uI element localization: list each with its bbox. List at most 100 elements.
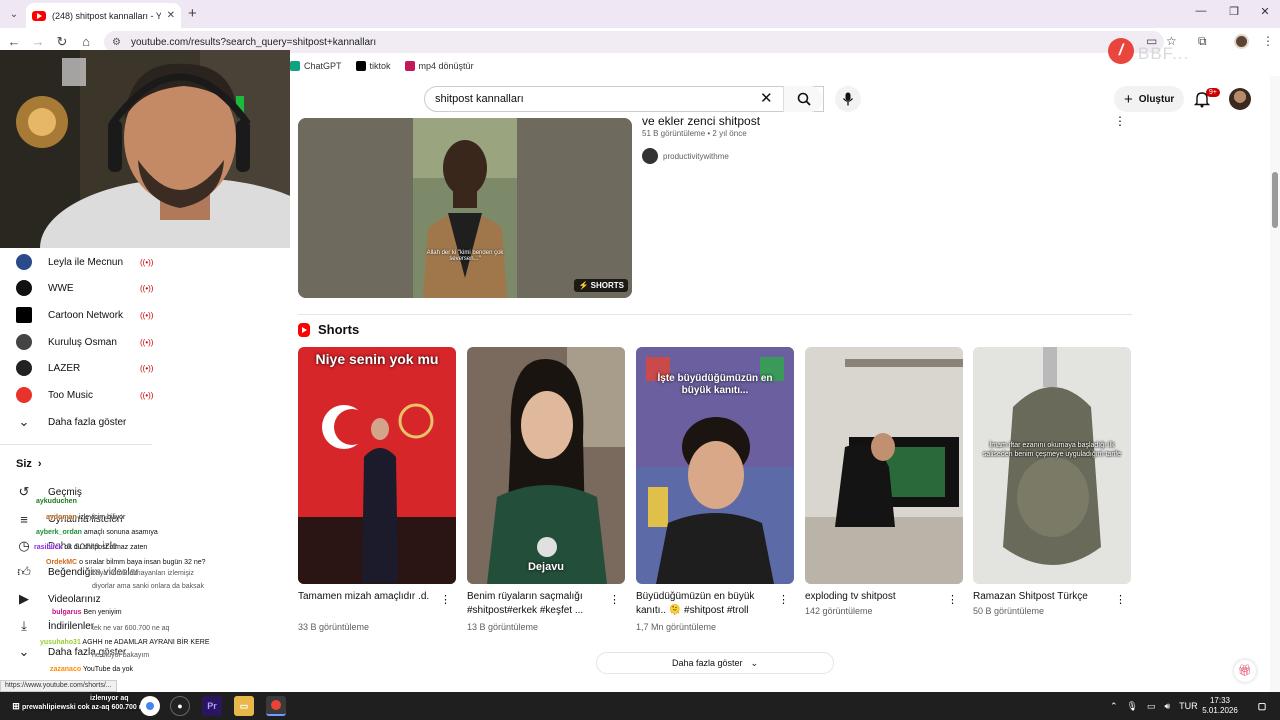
short-thumbnail[interactable]: Dejavu: [467, 347, 625, 584]
input-language[interactable]: TUR: [1179, 701, 1198, 711]
short-thumbnail[interactable]: [805, 347, 963, 584]
file-explorer-taskbar-icon[interactable]: ▭: [234, 696, 254, 716]
youtube-favicon-icon: [32, 10, 46, 21]
extensions-icon[interactable]: ⧉: [1198, 34, 1207, 49]
channel-avatar: [16, 360, 32, 376]
create-label: Oluştur: [1138, 93, 1175, 105]
back-icon[interactable]: ←: [6, 34, 22, 49]
microphone-tray-icon[interactable]: 🎙︎: [1127, 701, 1138, 712]
short-more-options-icon[interactable]: ⋮: [1115, 593, 1126, 606]
restore-icon[interactable]: ❐: [1225, 5, 1243, 18]
reload-icon[interactable]: ↻: [54, 34, 70, 50]
window-close-icon[interactable]: ✕: [1256, 5, 1274, 18]
playlist-icon: ≡: [20, 511, 28, 527]
sidebar-item-wwe[interactable]: WWE ((•)): [16, 276, 286, 300]
tab-youtube[interactable]: (248) shitpost kannalları - YouTube ✕: [26, 3, 181, 28]
clock-icon: ◷: [18, 538, 30, 553]
obs-taskbar-icon[interactable]: ●: [170, 696, 190, 716]
short-thumbnail[interactable]: İşte büyüdüğümüzün en büyük kanıtı...: [636, 347, 794, 584]
sidebar-item-your-videos[interactable]: ▶ Videolarınız: [16, 587, 286, 611]
chat-message: OrdekMC o sıralar bilmm baya insan bugün…: [46, 559, 206, 566]
channel-avatar: [642, 148, 658, 164]
browser-profile-avatar[interactable]: [1234, 34, 1249, 49]
account-avatar[interactable]: [1229, 88, 1251, 110]
tray-chevron-up-icon[interactable]: ⌃: [1110, 701, 1118, 712]
link-status-bar: https://www.youtube.com/shorts/...: [0, 680, 117, 692]
sidebar-item-kurulus-osman[interactable]: Kuruluş Osman ((•)): [16, 330, 286, 354]
short-title[interactable]: Benim rüyaların saçmalığı #shitpost#erke…: [467, 590, 605, 618]
channel-link[interactable]: productivitywithme: [642, 148, 729, 164]
home-icon[interactable]: ⌂: [78, 34, 94, 49]
chatgpt-icon: [290, 61, 300, 71]
sidebar-item-cartoon-network[interactable]: Cartoon Network... ((•)): [16, 303, 286, 327]
bookmark-mp4[interactable]: mp4 dönüştür: [404, 61, 474, 71]
clock-date: 5.01.2026: [1202, 706, 1238, 715]
short-overlay-text: Dejavu: [527, 561, 565, 573]
chat-message: diyorlar ama sanki onlara da baksak: [92, 583, 205, 590]
stream-ticker: izlenıyor aq prewahlipiewski cok az-aq 6…: [22, 694, 157, 712]
taskbar-clock[interactable]: 17:33 5.01.2026: [1200, 696, 1240, 716]
chat-message: aykuduchen: [36, 498, 77, 505]
sidebar-item-label: WWE: [48, 282, 74, 294]
short-more-options-icon[interactable]: ⋮: [947, 593, 958, 606]
live-icon: ((•)): [140, 363, 154, 373]
site-info-icon[interactable]: ⚙: [112, 37, 121, 48]
short-more-options-icon[interactable]: ⋮: [440, 593, 451, 606]
short-title[interactable]: Büyüdüğümüzün en büyük kanıtı.. 🫠 #shitp…: [636, 590, 774, 618]
shorts-section-header: Shorts: [298, 322, 359, 337]
browser-menu-icon[interactable]: ⋮: [1262, 34, 1274, 48]
minimize-icon[interactable]: —: [1192, 5, 1210, 17]
sidebar-item-leyla-ile-mecnun[interactable]: Leyla ile Mecnun ((•)): [16, 250, 286, 274]
page-scrollbar[interactable]: [1270, 76, 1280, 692]
chrome-active-taskbar-icon[interactable]: [266, 696, 286, 716]
volume-icon[interactable]: 🔊︎: [1165, 701, 1171, 712]
live-icon: ((•)): [140, 310, 154, 320]
short-more-options-icon[interactable]: ⋮: [609, 593, 620, 606]
bookmark-chatgpt[interactable]: ChatGPT: [290, 61, 342, 71]
clock-time: 17:33: [1209, 696, 1231, 705]
notification-center-icon[interactable]: ▢: [1254, 696, 1270, 716]
new-tab-button[interactable]: +: [188, 5, 197, 22]
stream-ticker-line: izlenıyor aq: [90, 695, 129, 702]
chrome-taskbar-icon[interactable]: [140, 696, 160, 716]
voice-search-button[interactable]: [835, 86, 861, 112]
video-meta: 51 B görüntüleme • 2 yıl önce: [642, 129, 747, 138]
tab-search-icon[interactable]: ⌄: [6, 6, 22, 22]
sidebar-item-label: Daha fazla göster: [48, 416, 127, 428]
gift-icon[interactable]: 🎁︎: [1234, 660, 1256, 682]
bookmark-label: ChatGPT: [304, 61, 342, 71]
video-thumbnail[interactable]: Allah der ki "kimi benden çok seversen..…: [298, 118, 632, 298]
short-thumbnail[interactable]: Niye senin yok mu: [298, 347, 456, 584]
live-icon: ((•)): [140, 337, 154, 347]
bookmark-tiktok[interactable]: tiktok: [355, 61, 391, 71]
short-overlay-text: Niye senin yok mu: [315, 351, 439, 367]
short-more-options-icon[interactable]: ⋮: [778, 593, 789, 606]
premiere-taskbar-icon[interactable]: Pr: [202, 696, 222, 716]
short-title[interactable]: exploding tv shitpost: [805, 590, 943, 604]
short-views: 50 B görüntüleme: [973, 606, 1045, 616]
short-thumbnail[interactable]: İmam iftar ezanını okumaya başladığı ilk…: [973, 347, 1131, 584]
short-title[interactable]: Ramazan Shitpost Türkçe: [973, 590, 1111, 604]
sidebar-show-more-subscriptions[interactable]: ⌄ Daha fazla göster: [16, 410, 286, 434]
shorts-badge: ⚡ SHORTS: [574, 279, 628, 292]
forward-icon[interactable]: →: [30, 34, 46, 49]
sidebar-item-label: Kuruluş Osman: [48, 336, 117, 348]
chat-message: yusuhaho31 AGHH ne ADAMLAR AYRANI BİR KE…: [40, 639, 210, 646]
video-more-options-icon[interactable]: ⋮: [1114, 114, 1126, 128]
sidebar-item-too-music[interactable]: Too Music ((•)): [16, 383, 286, 407]
short-title[interactable]: Tamamen mizah amaçlıdır .d.: [298, 590, 436, 604]
scrollbar-thumb[interactable]: [1272, 172, 1278, 228]
chat-message: ayberk_ordan amaçlı sonuna asamıya: [36, 529, 158, 536]
show-more-shorts-button[interactable]: Daha fazla göster ⌄: [596, 652, 834, 674]
chevron-right-icon: ›: [37, 458, 42, 470]
chevron-down-icon: ⌄: [750, 657, 759, 668]
network-icon[interactable]: ▭: [1147, 701, 1156, 712]
sidebar-you-header[interactable]: Siz ›: [16, 458, 42, 470]
create-button[interactable]: + Oluştur: [1114, 86, 1185, 112]
clear-search-icon[interactable]: ✕: [760, 89, 773, 107]
tab-close-icon[interactable]: ✕: [167, 10, 175, 21]
search-button[interactable]: [783, 86, 823, 112]
video-title[interactable]: ve ekler zenci shitpost: [642, 114, 760, 128]
short-overlay-text: İşte büyüdüğümüzün en büyük kanıtı...: [657, 373, 773, 396]
sidebar-item-lazer[interactable]: LAZER ((•)): [16, 356, 286, 380]
